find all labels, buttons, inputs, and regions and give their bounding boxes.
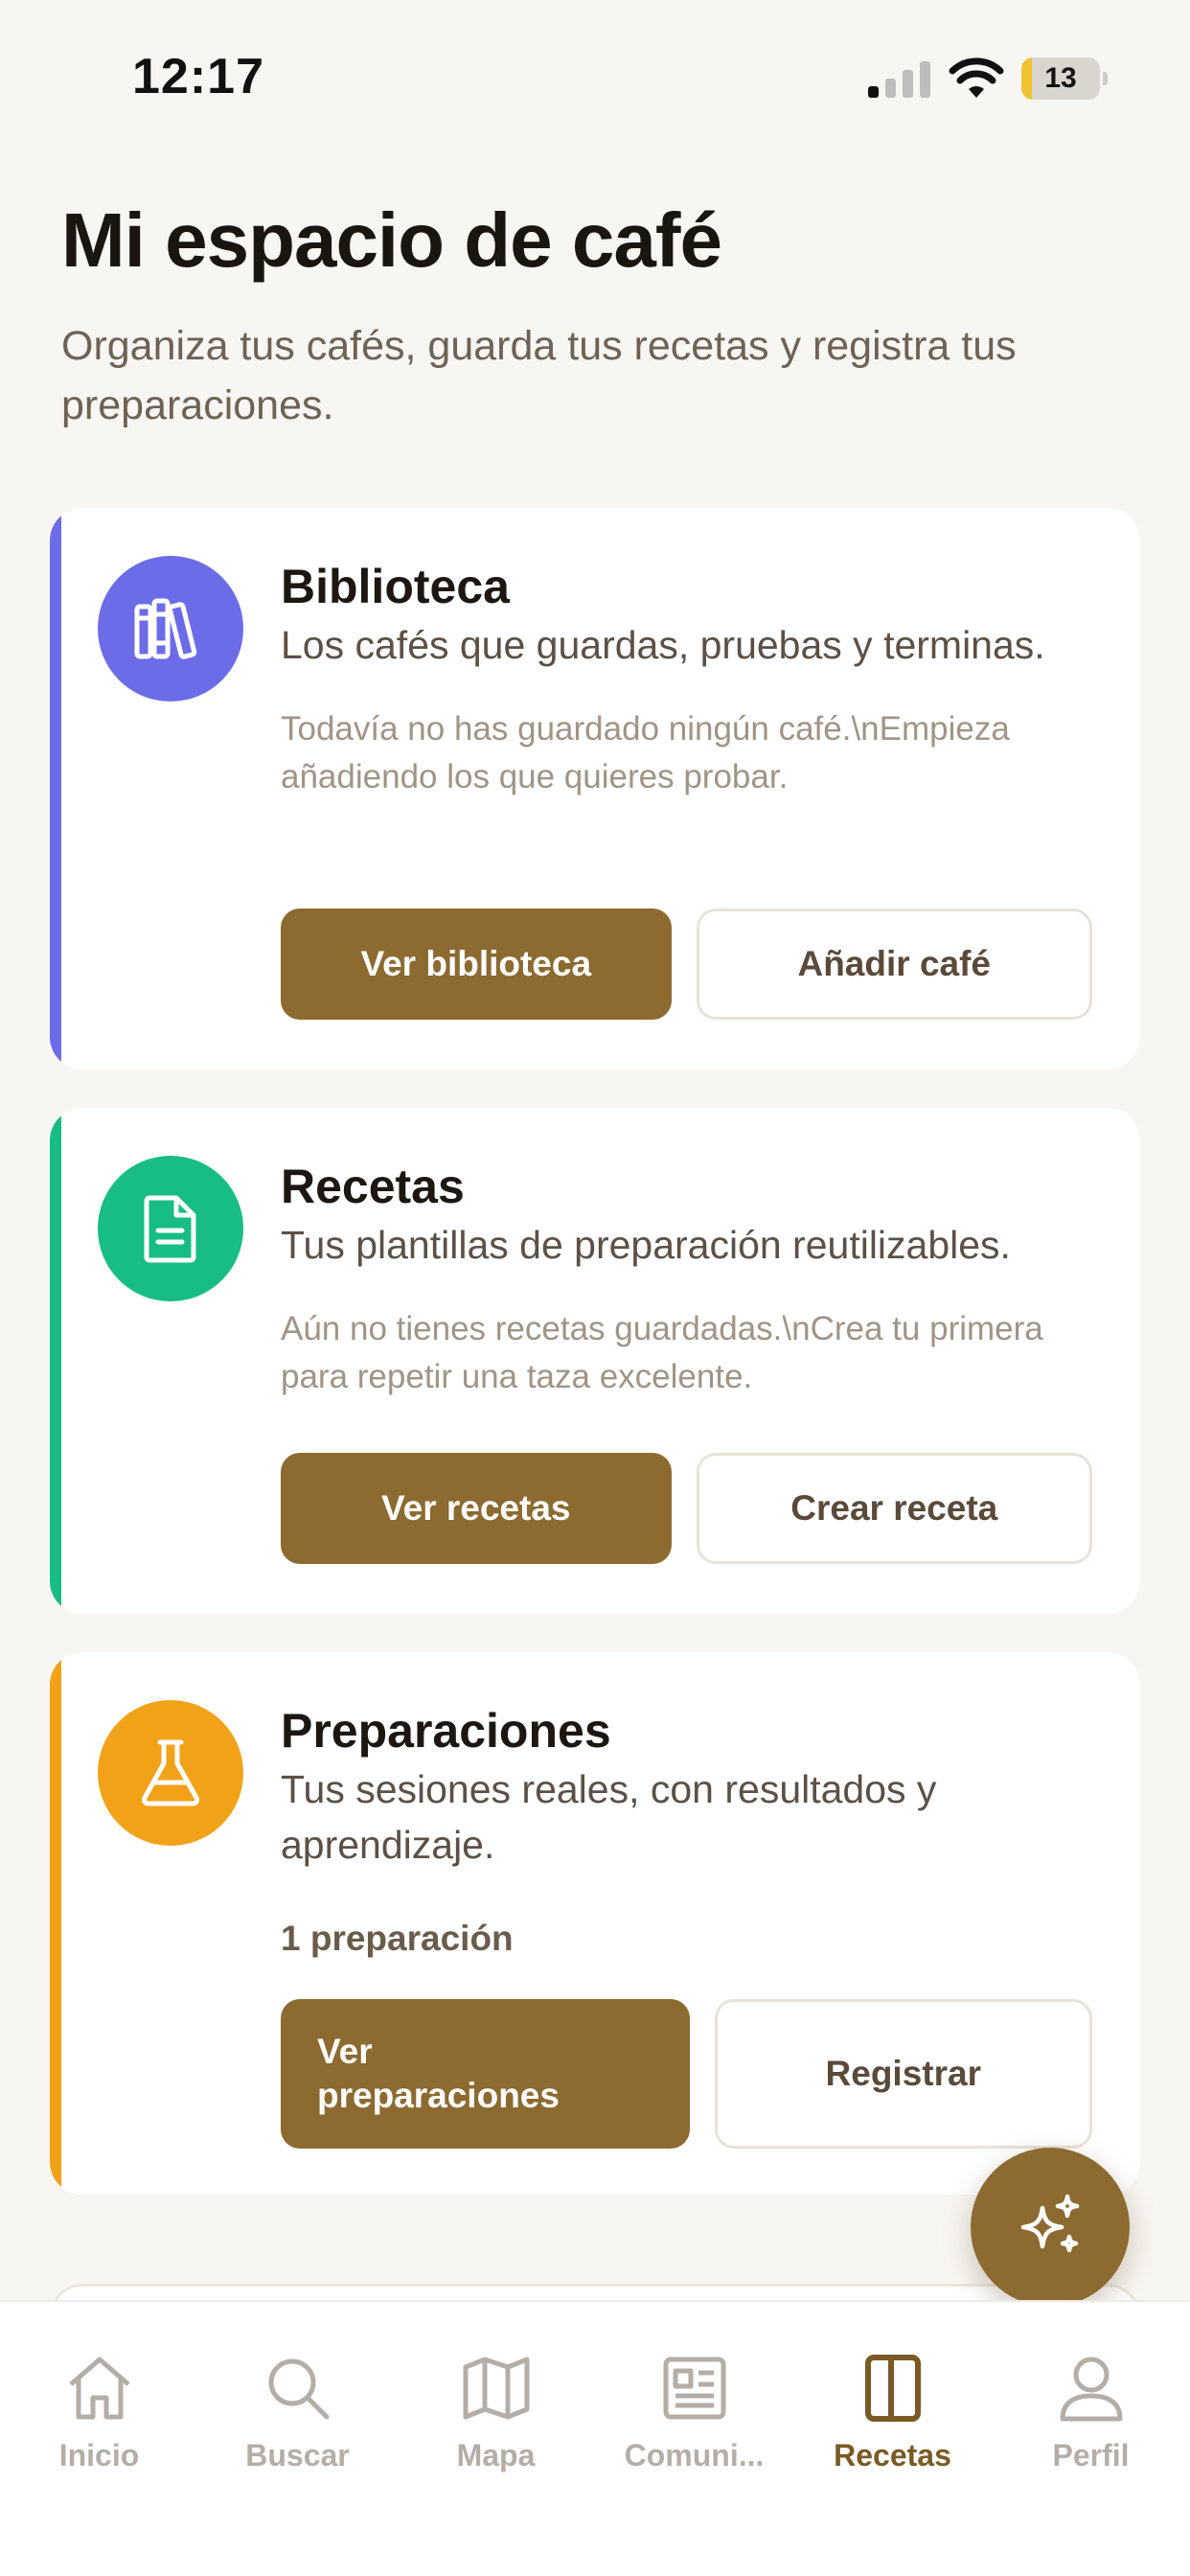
- tab-comunidad[interactable]: Comuni...: [595, 2350, 793, 2473]
- view-library-button[interactable]: Ver biblioteca: [281, 908, 672, 1020]
- status-time: 12:17: [132, 49, 264, 104]
- card-title: Biblioteca: [281, 560, 510, 613]
- tab-bar: Inicio Buscar Mapa Comuni... Recetas Per…: [0, 2300, 1190, 2576]
- card-title: Recetas: [281, 1160, 465, 1213]
- card-accent: [50, 1108, 61, 1614]
- battery-level: 13: [1044, 62, 1077, 94]
- screen: 12:17 13 Mi espacio de café Organiza tus…: [0, 0, 1190, 2576]
- tab-mapa[interactable]: Mapa: [397, 2350, 595, 2473]
- page-subtitle: Organiza tus cafés, guarda tus recetas y…: [61, 323, 1017, 428]
- search-icon: [268, 2358, 329, 2420]
- add-coffee-button[interactable]: Añadir café: [696, 908, 1092, 1020]
- tab-label: Mapa: [456, 2438, 536, 2472]
- tab-label: Comuni...: [624, 2438, 765, 2472]
- view-recipes-button[interactable]: Ver recetas: [281, 1453, 672, 1564]
- card-accent: [50, 1652, 61, 2195]
- card-title: Preparaciones: [281, 1704, 611, 1758]
- books-icon: [98, 556, 243, 702]
- tab-inicio[interactable]: Inicio: [0, 2350, 198, 2473]
- tab-perfil[interactable]: Perfil: [992, 2350, 1190, 2473]
- card-empty-state: Aún no tienes recetas guardadas.\nCrea t…: [281, 1310, 1043, 1395]
- home-icon: [68, 2357, 130, 2420]
- card-accent: [50, 508, 61, 1070]
- tab-label: Buscar: [245, 2438, 350, 2472]
- document-icon: [98, 1156, 243, 1301]
- card-description: Tus sesiones reales, con resultados y ap…: [281, 1767, 937, 1867]
- view-preparations-button[interactable]: Ver preparaciones: [281, 1999, 690, 2149]
- page-title: Mi espacio de café: [61, 197, 722, 283]
- flask-icon: [98, 1700, 243, 1846]
- card-description: Tus plantillas de preparación reutilizab…: [281, 1223, 1011, 1267]
- preparation-count: 1 preparación: [281, 1919, 514, 1958]
- book-icon: [864, 2355, 921, 2422]
- status-bar: 12:17 13: [0, 0, 1190, 153]
- tab-buscar[interactable]: Buscar: [198, 2350, 397, 2473]
- tab-label: Recetas: [834, 2438, 951, 2472]
- preparations-card: Preparaciones Tus sesiones reales, con r…: [50, 1652, 1140, 2195]
- sparkles-icon: [1020, 2194, 1080, 2253]
- ai-assistant-button[interactable]: [971, 2148, 1130, 2307]
- newspaper-icon: [663, 2357, 725, 2420]
- battery-icon: 13: [1021, 58, 1108, 100]
- register-button[interactable]: Registrar: [714, 1999, 1092, 2149]
- cellular-signal-icon: [868, 59, 931, 98]
- library-card: Biblioteca Los cafés que guardas, prueba…: [50, 508, 1140, 1070]
- wifi-icon: [949, 58, 1004, 98]
- tab-label: Inicio: [58, 2438, 140, 2472]
- card-empty-state: Todavía no has guardado ningún café.\nEm…: [281, 710, 1010, 795]
- create-recipe-button[interactable]: Crear receta: [696, 1453, 1092, 1564]
- recipes-card: Recetas Tus plantillas de preparación re…: [50, 1108, 1140, 1614]
- user-icon: [1060, 2357, 1122, 2422]
- tab-recetas[interactable]: Recetas: [793, 2350, 992, 2473]
- tab-label: Perfil: [1052, 2438, 1130, 2472]
- map-icon: [463, 2357, 529, 2420]
- view-preparations-label: Ver preparaciones: [317, 2032, 560, 2115]
- card-description: Los cafés que guardas, pruebas y termina…: [281, 623, 1045, 667]
